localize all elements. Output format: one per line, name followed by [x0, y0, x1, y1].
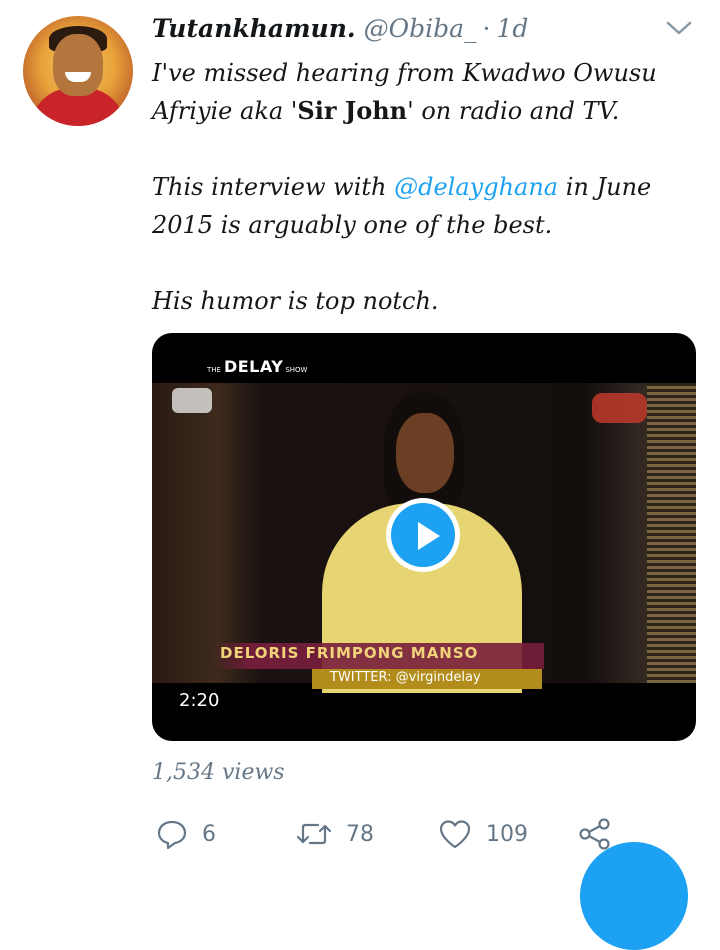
tweet-paragraph-2: This interview with @delayghana in June …: [152, 168, 692, 244]
retweet-button[interactable]: 78: [296, 814, 374, 854]
tweet-text: I've missed hearing from Kwadwo Owusu Af…: [152, 54, 692, 320]
play-button[interactable]: [386, 498, 460, 572]
show-logo-pre: THE: [207, 366, 221, 374]
tweet-text-segment: ' on radio and TV.: [407, 97, 620, 125]
tweet-paragraph-1: I've missed hearing from Kwadwo Owusu Af…: [152, 54, 692, 130]
action-bar: 6 78 109: [152, 814, 622, 854]
view-count[interactable]: 1,534 views: [152, 760, 285, 785]
tweet-text-segment: This interview with: [152, 173, 395, 201]
lower-third-name: DELORIS FRIMPONG MANSO: [220, 644, 479, 662]
compose-fab[interactable]: [580, 842, 688, 950]
tweet-paragraph-3: His humor is top notch.: [152, 287, 439, 315]
show-logo-post: SHOW: [285, 366, 308, 374]
author-name[interactable]: Tutankhamun.: [152, 14, 356, 43]
mention-link[interactable]: @delayghana: [394, 173, 558, 201]
author-avatar[interactable]: [23, 16, 133, 126]
reply-count: 6: [202, 821, 216, 847]
play-button-circle: [391, 503, 455, 567]
show-logo-main: DELAY: [223, 357, 284, 376]
like-button[interactable]: 109: [438, 814, 528, 854]
share-icon: [579, 818, 610, 850]
author-handle[interactable]: @Obiba_: [364, 14, 477, 43]
video-curtain: [647, 383, 696, 683]
tweet-time[interactable]: 1d: [496, 14, 528, 43]
video-person-face: [396, 413, 454, 493]
separator-dot: ·: [482, 14, 491, 43]
video-player[interactable]: THE DELAY SHOW DELORIS FRIMPONG MANSO TW…: [152, 333, 696, 741]
heart-icon: [439, 820, 471, 849]
video-light: [592, 393, 647, 423]
show-logo: THE DELAY SHOW: [207, 357, 307, 376]
chevron-down-icon[interactable]: [664, 16, 694, 40]
tweet-header: Tutankhamun. @Obiba_ · 1d: [152, 14, 528, 48]
video-lamp: [172, 388, 212, 413]
tweet-bold-name: Sir John: [297, 96, 408, 125]
video-duration: 2:20: [179, 690, 220, 711]
retweet-count: 78: [346, 821, 374, 847]
lower-third-sub: TWITTER: @virgindelay: [330, 670, 481, 685]
play-icon: [418, 522, 440, 550]
like-count: 109: [486, 821, 528, 847]
reply-icon: [157, 820, 187, 850]
retweet-icon: [296, 823, 332, 845]
avatar-face: [53, 34, 103, 96]
reply-button[interactable]: 6: [156, 814, 216, 854]
